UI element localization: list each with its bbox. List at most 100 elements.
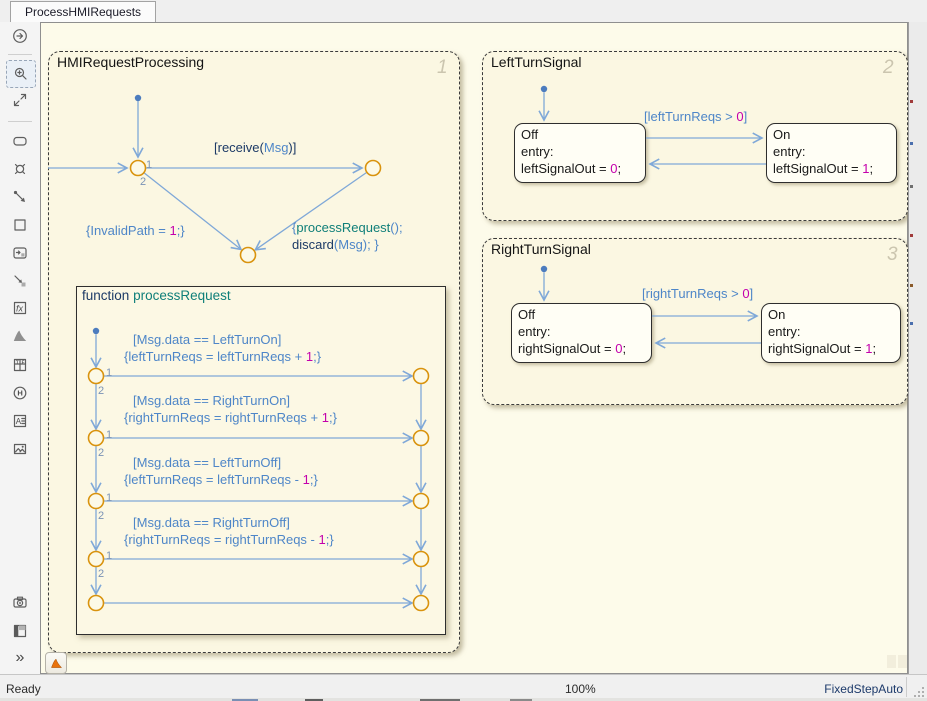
state-tool-button[interactable] (6, 128, 34, 154)
truth-table-icon: T F (13, 358, 27, 372)
state-left-on[interactable]: On entry: leftSignalOut = 1; (766, 123, 897, 183)
navigate-forward-button[interactable] (6, 23, 34, 49)
transition-order-number: 2 (98, 510, 105, 522)
simulink-badge-button[interactable] (45, 652, 67, 674)
toolbar-separator (8, 54, 32, 55)
gutter-mark (910, 142, 913, 145)
tab-bar: ProcessHMIRequests (0, 0, 927, 22)
transition-label-right-cond[interactable]: [rightTurnReqs > 0] (642, 285, 753, 302)
tab-process-hmi-requests[interactable]: ProcessHMIRequests (10, 1, 157, 22)
junction-icon (14, 163, 26, 175)
navigate-forward-icon (13, 29, 27, 43)
function-keyword: function (82, 288, 130, 303)
transition-label-row4[interactable]: [Msg.data == RightTurnOff] {rightTurnReq… (124, 515, 334, 548)
simulink-state-icon (13, 247, 27, 259)
transition-label-left-cond[interactable]: [leftTurnReqs > 0] (644, 108, 747, 125)
more-tools-button[interactable]: » (6, 645, 34, 671)
transition-order-number: 1 (106, 429, 113, 441)
transition-arrow-icon (13, 190, 25, 202)
zoom-region-button[interactable] (6, 60, 36, 88)
solver-indicator[interactable]: FixedStepAuto (824, 682, 903, 696)
link-arrow-icon (14, 275, 26, 287)
image-tool-button[interactable] (6, 436, 34, 462)
box-icon (14, 219, 26, 231)
gutter-mark (910, 185, 913, 188)
transition-order-number: 1 (106, 367, 113, 379)
transition-label-invalid-path[interactable]: {InvalidPath = 1;} (86, 222, 185, 239)
fit-to-view-icon (13, 93, 27, 107)
right-edge-gutter (908, 22, 927, 674)
transition-order-number: 2 (98, 568, 105, 580)
transition-order-number: 2 (98, 385, 105, 397)
execution-order-badge: 2 (883, 57, 894, 78)
transition-order-number: 2 (98, 447, 105, 459)
stateflow-editor-window: ProcessHMIRequests fx T F H A » HMIReque… (0, 0, 927, 701)
screenshot-tool-button[interactable] (6, 589, 34, 615)
zoom-in-icon (14, 67, 27, 80)
state-name: Off (518, 307, 536, 322)
matlab-function-tool-button[interactable]: fx (6, 295, 34, 321)
svg-text:F: F (22, 359, 25, 364)
fit-to-view-button[interactable] (6, 87, 34, 113)
function-name: processRequest (133, 288, 231, 303)
simulink-state-tool-button[interactable] (6, 240, 34, 266)
execution-order-badge: 3 (887, 244, 898, 265)
window-layout-icon (13, 624, 27, 638)
state-entry-action: leftSignalOut = 0; (521, 161, 622, 176)
state-entry-keyword: entry: (773, 144, 806, 159)
double-chevron-icon: » (15, 649, 25, 666)
state-entry-keyword: entry: (768, 324, 801, 339)
transition-order-number: 1 (146, 159, 153, 171)
transition-label-row3[interactable]: [Msg.data == LeftTurnOff] {leftTurnReqs … (124, 455, 318, 488)
scroll-corner-mark (898, 655, 907, 668)
chart-title[interactable]: RightTurnSignal (491, 241, 591, 257)
transition-label-row2[interactable]: [Msg.data == RightTurnOn] {rightTurnReqs… (124, 393, 337, 426)
toolbar-separator (8, 121, 32, 122)
chart-canvas[interactable]: HMIRequestProcessing 1 LeftTurnSignal 2 … (40, 22, 908, 674)
junction-tool-button[interactable] (6, 156, 34, 182)
state-icon (13, 136, 27, 146)
layout-tool-button[interactable] (6, 618, 34, 644)
state-right-off[interactable]: Off entry: rightSignalOut = 0; (511, 303, 652, 363)
state-right-on[interactable]: On entry: rightSignalOut = 1; (761, 303, 901, 363)
state-entry-action: rightSignalOut = 1; (768, 341, 877, 356)
zoom-level: 100% (565, 682, 596, 696)
status-text: Ready (6, 682, 41, 696)
link-tool-button[interactable] (6, 268, 34, 294)
transition-label-process-request[interactable]: {processRequest(); discard(Msg); } (292, 219, 403, 253)
truth-table-tool-button[interactable]: T F (6, 352, 34, 378)
camera-icon (13, 596, 27, 608)
box-tool-button[interactable] (6, 212, 34, 238)
transition-order-number: 2 (140, 176, 147, 188)
transition-tool-button[interactable] (6, 184, 34, 210)
image-icon (13, 443, 27, 455)
annotation-icon: A (13, 414, 27, 428)
transition-label-receive[interactable]: [receive(Msg)] (214, 139, 296, 156)
svg-text:H: H (17, 389, 22, 398)
gutter-mark (910, 100, 913, 103)
gutter-mark (910, 234, 913, 237)
matlab-membrane-icon (50, 658, 62, 668)
status-bar: Ready 100% FixedStepAuto (0, 674, 927, 701)
simulink-function-tool-button[interactable] (6, 323, 34, 349)
chart-title[interactable]: LeftTurnSignal (491, 54, 582, 70)
state-left-off[interactable]: Off entry: leftSignalOut = 0; (514, 123, 646, 183)
palette-toolbar: fx T F H A » (0, 22, 40, 674)
transition-label-row1[interactable]: [Msg.data == LeftTurnOn] {leftTurnReqs =… (124, 332, 321, 365)
transition-order-number: 1 (106, 550, 113, 562)
scroll-corner-mark (887, 655, 896, 668)
membrane-logo-icon (13, 330, 27, 341)
statusbar-divider (906, 677, 907, 697)
state-entry-keyword: entry: (518, 324, 551, 339)
gutter-mark (910, 284, 913, 287)
resize-grip[interactable] (914, 687, 924, 697)
matlab-function-icon: fx (13, 301, 27, 315)
state-entry-action: rightSignalOut = 0; (518, 341, 627, 356)
history-junction-icon: H (13, 386, 27, 400)
history-junction-tool-button[interactable]: H (6, 380, 34, 406)
function-title[interactable]: function processRequest (82, 288, 231, 303)
annotation-tool-button[interactable]: A (6, 408, 34, 434)
transition-order-number: 1 (106, 492, 113, 504)
chart-title[interactable]: HMIRequestProcessing (57, 54, 204, 70)
svg-text:A: A (16, 417, 22, 426)
